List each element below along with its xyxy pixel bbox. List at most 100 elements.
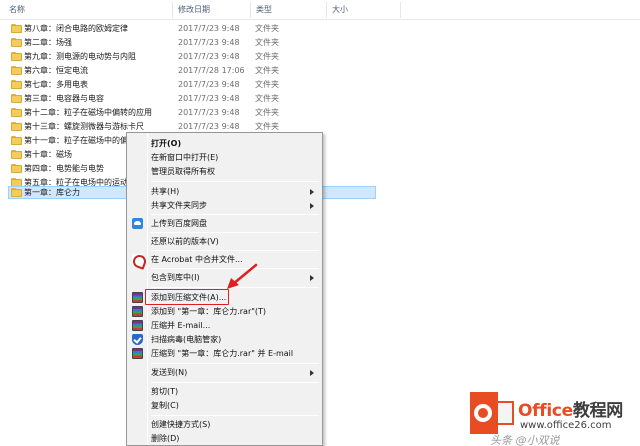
submenu-arrow-icon (310, 189, 314, 195)
menu-item-copy[interactable]: 复制(C) (129, 399, 320, 412)
menu-item-label: 还原以前的版本(V) (151, 237, 219, 246)
folder-name: 第六章：恒定电流 (24, 66, 88, 75)
column-divider[interactable] (250, 2, 251, 18)
folder-name: 第十章：磁场 (24, 150, 72, 159)
column-date[interactable]: 修改日期 (175, 0, 210, 20)
menu-item-label: 在新窗口中打开(E) (151, 153, 219, 162)
folder-row[interactable]: 第九章：测电源的电动势与内阻 2017/7/23 9:48 文件夹 (0, 50, 640, 63)
menu-separator (151, 415, 319, 416)
menu-separator (151, 250, 319, 251)
menu-item-compress-rar-email[interactable]: 压缩到 "第一章：库仑力.rar" 并 E-mail (129, 347, 320, 360)
column-divider[interactable] (172, 2, 173, 18)
menu-item-upload-baidu[interactable]: 上传到百度网盘 (129, 217, 320, 230)
watermark-brand: Office教程网 (518, 396, 623, 421)
menu-separator (151, 214, 319, 215)
folder-date: 2017/7/28 17:06 (178, 66, 245, 75)
column-header: 名称 修改日期 类型 大小 (0, 0, 640, 20)
folder-icon (11, 94, 22, 103)
folder-icon (11, 122, 22, 131)
menu-item-cut[interactable]: 剪切(T) (129, 385, 320, 398)
menu-item-share[interactable]: 共享(H) (129, 185, 320, 198)
menu-separator (151, 232, 319, 233)
menu-item-label: 包含到库中(I) (151, 273, 200, 282)
folder-icon (11, 150, 22, 159)
folder-row[interactable]: 第十二章：粒子在磁场中偏转的应用 2017/7/23 9:48 文件夹 (0, 106, 640, 119)
folder-name: 第九章：测电源的电动势与内阻 (24, 52, 136, 61)
folder-icon (11, 136, 22, 145)
column-type[interactable]: 类型 (253, 0, 272, 20)
folder-date: 2017/7/23 9:48 (178, 108, 240, 117)
folder-name: 第一章：库仑力 (24, 188, 80, 197)
acrobat-icon (132, 254, 143, 265)
column-size[interactable]: 大小 (329, 0, 348, 20)
folder-type: 文件夹 (255, 108, 279, 117)
watermark-brand-a: Office (518, 401, 573, 421)
folder-icon (11, 80, 22, 89)
folder-date: 2017/7/23 9:48 (178, 52, 240, 61)
folder-row[interactable]: 第八章：闭合电路的欧姆定律 2017/7/23 9:48 文件夹 (0, 22, 640, 35)
folder-row[interactable]: 第三章：电容器与电容 2017/7/23 9:48 文件夹 (0, 92, 640, 105)
column-name[interactable]: 名称 (6, 0, 25, 20)
folder-date: 2017/7/23 9:48 (178, 94, 240, 103)
menu-item-open[interactable]: 打开(O) (129, 137, 320, 150)
menu-item-label: 压缩并 E-mail... (151, 321, 211, 330)
folder-name: 第四章：电势能与电势 (24, 164, 104, 173)
menu-item-label: 扫描病毒(电脑管家) (151, 335, 222, 344)
watermark-site: www.office26.com (520, 420, 612, 431)
folder-icon (11, 188, 22, 197)
folder-type: 文件夹 (255, 66, 279, 75)
folder-row[interactable]: 第七章：多用电表 2017/7/23 9:48 文件夹 (0, 78, 640, 91)
menu-item-label: 上传到百度网盘 (151, 219, 207, 228)
menu-item-label: 添加到 "第一章：库仑力.rar"(T) (151, 307, 267, 316)
folder-name: 第十一章：粒子在磁场中的偏转 (24, 136, 136, 145)
folder-icon (11, 24, 22, 33)
submenu-arrow-icon (310, 275, 314, 281)
menu-separator (151, 181, 319, 182)
menu-item-send-to[interactable]: 发送到(N) (129, 366, 320, 379)
menu-item-delete[interactable]: 删除(D) (129, 432, 320, 445)
office-logo-icon (470, 392, 514, 434)
menu-item-label: 压缩到 "第一章：库仑力.rar" 并 E-mail (151, 349, 294, 358)
menu-item-share-sync[interactable]: 共享文件夹同步 (129, 199, 320, 212)
submenu-arrow-icon (310, 370, 314, 376)
menu-item-label: 剪切(T) (151, 387, 179, 396)
menu-separator (151, 363, 319, 364)
folder-name: 第十二章：粒子在磁场中偏转的应用 (24, 108, 152, 117)
menu-item-label: 复制(C) (151, 401, 179, 410)
menu-item-create-shortcut[interactable]: 创建快捷方式(S) (129, 418, 320, 431)
folder-row[interactable]: 第二章：场强 2017/7/23 9:48 文件夹 (0, 36, 640, 49)
folder-type: 文件夹 (255, 24, 279, 33)
column-divider[interactable] (326, 2, 327, 18)
baidu-cloud-icon (132, 218, 143, 229)
folder-icon (11, 164, 22, 173)
folder-row[interactable]: 第六章：恒定电流 2017/7/28 17:06 文件夹 (0, 64, 640, 77)
menu-separator (151, 382, 319, 383)
menu-item-label: 删除(D) (151, 434, 180, 443)
menu-item-scan-virus[interactable]: 扫描病毒(电脑管家) (129, 333, 320, 346)
menu-item-add-to-rar[interactable]: 添加到 "第一章：库仑力.rar"(T) (129, 305, 320, 318)
menu-item-label: 共享(H) (151, 187, 180, 196)
folder-icon (11, 52, 22, 61)
menu-item-label: 共享文件夹同步 (151, 201, 207, 210)
folder-type: 文件夹 (255, 94, 279, 103)
winrar-icon (132, 320, 143, 331)
winrar-icon (132, 348, 143, 359)
menu-item-admin-ownership[interactable]: 管理员取得所有权 (129, 165, 320, 178)
menu-item-open-new-window[interactable]: 在新窗口中打开(E) (129, 151, 320, 164)
menu-item-label: 创建快捷方式(S) (151, 420, 211, 429)
folder-date: 2017/7/23 9:48 (178, 24, 240, 33)
column-divider[interactable] (400, 2, 401, 18)
folder-type: 文件夹 (255, 52, 279, 61)
folder-type: 文件夹 (255, 80, 279, 89)
folder-date: 2017/7/23 9:48 (178, 80, 240, 89)
folder-name: 第三章：电容器与电容 (24, 94, 104, 103)
annotation-arrow-icon (227, 263, 258, 289)
menu-item-compress-email[interactable]: 压缩并 E-mail... (129, 319, 320, 332)
menu-item-label: 打开(O) (151, 139, 182, 148)
winrar-icon (132, 306, 143, 317)
menu-item-restore-previous[interactable]: 还原以前的版本(V) (129, 235, 320, 248)
folder-name: 第八章：闭合电路的欧姆定律 (24, 24, 128, 33)
folder-name: 第七章：多用电表 (24, 80, 88, 89)
folder-name: 第二章：场强 (24, 38, 72, 47)
annotation-highlight-box (145, 289, 229, 305)
